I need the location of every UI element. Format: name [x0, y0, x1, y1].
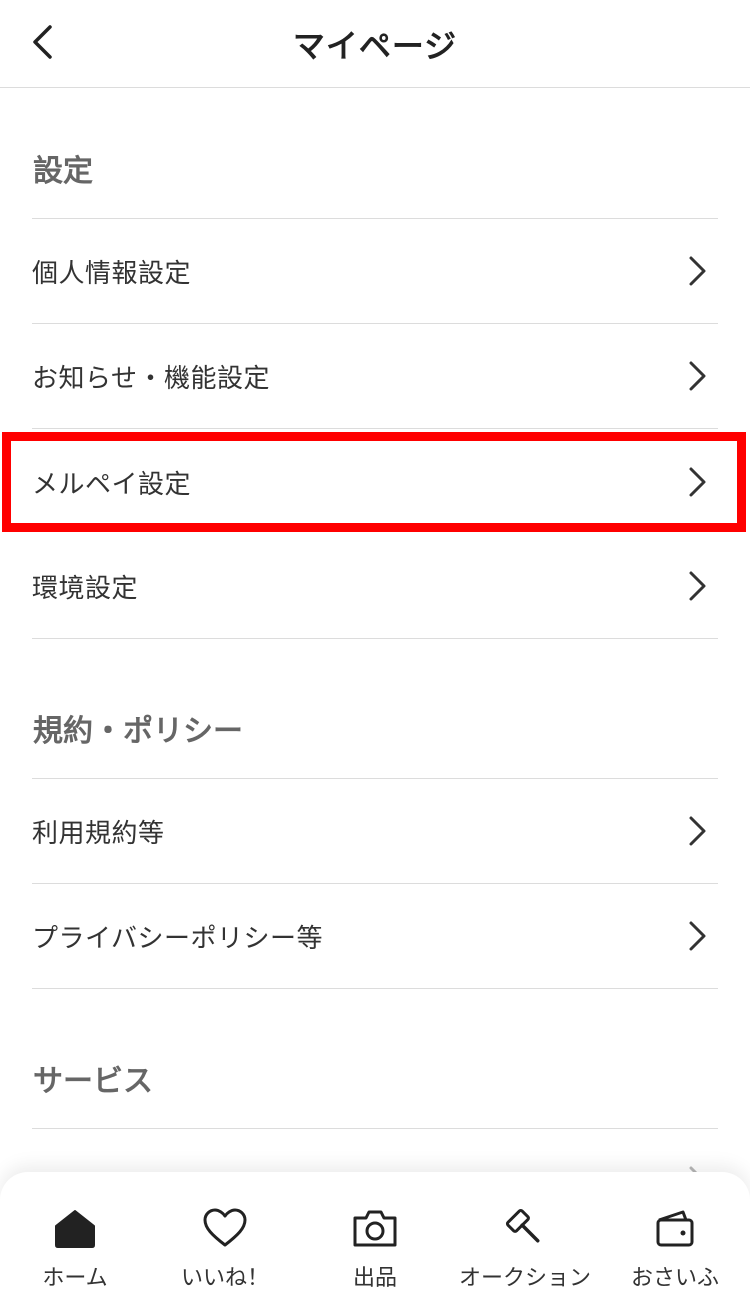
list-item-terms[interactable]: 利用規約等 — [32, 779, 718, 883]
nav-item-auction[interactable]: オークション — [450, 1206, 600, 1292]
divider — [32, 428, 718, 429]
section-title-terms-policy: 規約・ポリシー — [33, 714, 243, 749]
bottom-nav: ホーム いいね！ 出品 オークション おさいふ — [0, 1172, 750, 1294]
app-header: マイページ — [0, 0, 750, 88]
screen: マイページ 設定 個人情報設定 お知らせ・機能設定 メルペイ設定 環境設定 規約… — [0, 0, 750, 1294]
page-title: マイページ — [292, 27, 458, 65]
list-item-label: プライバシーポリシー等 — [32, 923, 323, 954]
heart-icon — [201, 1206, 249, 1250]
list-item-notification-settings[interactable]: お知らせ・機能設定 — [32, 324, 718, 428]
nav-item-wallet[interactable]: おさいふ — [600, 1206, 750, 1292]
nav-label: 出品 — [352, 1266, 397, 1291]
nav-item-sell[interactable]: 出品 — [300, 1206, 450, 1292]
chevron-right-icon — [682, 356, 712, 396]
camera-icon — [351, 1206, 399, 1250]
list-item-label: メルペイ設定 — [32, 469, 192, 500]
list-item-privacy-policy[interactable]: プライバシーポリシー等 — [32, 884, 718, 988]
nav-label: いいね！ — [180, 1266, 269, 1291]
section-title-services: サービス — [33, 1064, 153, 1099]
chevron-right-icon — [682, 566, 712, 606]
nav-label: オークション — [458, 1266, 591, 1291]
list-item-label: 利用規約等 — [32, 818, 165, 849]
nav-item-likes[interactable]: いいね！ — [150, 1206, 300, 1292]
home-icon — [51, 1206, 99, 1250]
list-item-merpay-settings[interactable]: メルペイ設定 — [32, 430, 718, 534]
list-item-label: 環境設定 — [32, 573, 139, 604]
section-title-settings: 設定 — [33, 154, 93, 189]
nav-label: おさいふ — [630, 1266, 719, 1291]
chevron-right-icon — [682, 811, 712, 851]
divider — [32, 638, 718, 639]
chevron-right-icon — [682, 251, 712, 291]
wallet-icon — [651, 1206, 699, 1250]
chevron-right-icon — [682, 916, 712, 956]
list-item-label: 個人情報設定 — [32, 258, 192, 289]
nav-label: ホーム — [42, 1266, 108, 1291]
divider — [32, 988, 718, 989]
nav-item-home[interactable]: ホーム — [0, 1206, 150, 1292]
list-item-label: お知らせ・機能設定 — [32, 363, 270, 394]
chevron-right-icon — [682, 462, 712, 502]
gavel-icon — [501, 1206, 549, 1250]
list-item-environment-settings[interactable]: 環境設定 — [32, 534, 718, 638]
list-item-personal-info[interactable]: 個人情報設定 — [32, 219, 718, 323]
